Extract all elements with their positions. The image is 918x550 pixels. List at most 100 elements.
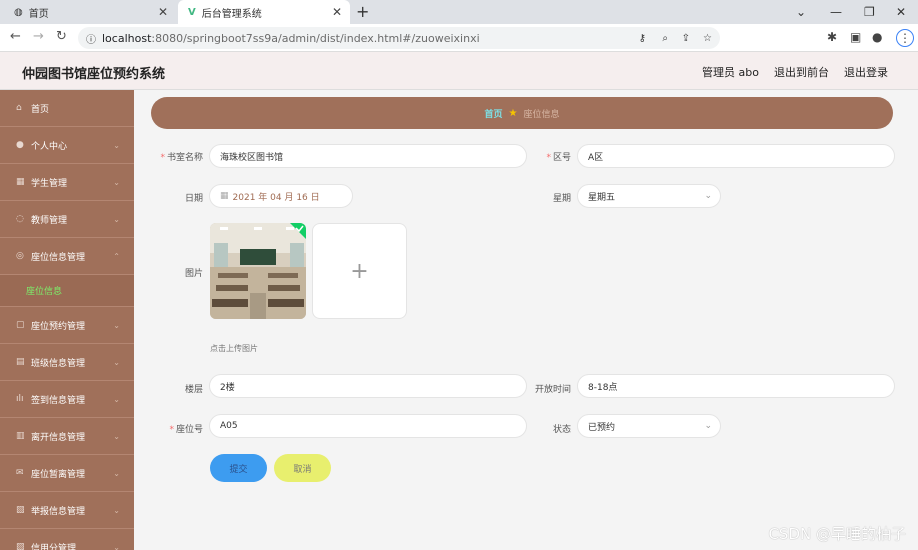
upload-hint: 点击上传图片 <box>210 344 258 353</box>
sidebar-item-label: 信用分管理 <box>31 543 77 550</box>
sidebar-item-temp-leave[interactable]: ✉ 座位暂离管理 ⌄ <box>0 455 134 492</box>
seat-icon: ◎ <box>16 251 24 261</box>
chevron-down-icon: ⌄ <box>113 431 120 441</box>
credit-icon: ▨ <box>16 542 25 550</box>
extensions-icon[interactable]: ✱ <box>827 30 837 44</box>
back-icon[interactable]: ← <box>10 29 21 44</box>
sidebar-item-teachers[interactable]: ◌ 教师管理 ⌄ <box>0 201 134 238</box>
chevron-up-icon: ⌃ <box>113 251 120 261</box>
status-label: 状态 <box>552 425 571 435</box>
calendar-icon: ▢ <box>16 320 25 330</box>
weekday-select[interactable]: 星期五 ⌄ <box>577 184 721 208</box>
open-time-input[interactable]: 8-18点 <box>577 374 895 398</box>
chevron-down-icon: ⌄ <box>113 505 120 515</box>
uploaded-classroom-image[interactable] <box>210 223 306 319</box>
image-label: 图片 <box>184 269 203 279</box>
sidebar-subitem-seat-info[interactable]: 座位信息 <box>0 275 134 307</box>
cancel-button[interactable]: 取消 <box>274 454 331 482</box>
restore-icon[interactable]: ❐ <box>864 0 875 24</box>
room-name-label: * 书室名称 <box>160 153 203 163</box>
tab-search-chevron-icon[interactable]: ⌄ <box>796 0 806 24</box>
area-input[interactable]: A区 <box>577 144 895 168</box>
user-icon: ● <box>16 140 24 150</box>
sidebar-item-home[interactable]: ⌂ 首页 <box>0 90 134 127</box>
reload-icon[interactable]: ↻ <box>56 29 67 44</box>
main-content: 首页 ★ 座位信息 * 书室名称 海珠校区图书馆 * 区号 A区 日期 ▦ 2021 … <box>134 90 918 550</box>
sidepanel-icon[interactable]: ▣ <box>850 30 861 44</box>
back-to-frontend-link[interactable]: 退出到前台 <box>774 64 829 80</box>
sidebar-item-students[interactable]: ▦ 学生管理 ⌄ <box>0 164 134 201</box>
zoom-icon[interactable]: ⌕ <box>662 33 668 44</box>
sidebar: ⌂ 首页 ● 个人中心 ⌄ ▦ 学生管理 ⌄ ◌ 教师管理 ⌄ ◎ 座位信息管理 ⌃ 座位信息 ▢… <box>0 90 134 550</box>
tab-label: 后台管理系统 <box>201 8 262 20</box>
date-label: 日期 <box>184 194 203 204</box>
chevron-down-icon: ⌄ <box>704 191 712 201</box>
chevron-down-icon: ⌄ <box>113 214 120 224</box>
chevron-down-icon: ⌄ <box>113 140 120 150</box>
admin-user-label: 管理员 abo <box>702 66 759 79</box>
open-time-label: 开放时间 <box>534 385 571 395</box>
date-picker[interactable]: ▦ 2021 年 04 月 16 日 <box>209 184 353 208</box>
floor-label: 楼层 <box>184 385 203 395</box>
close-tab-icon[interactable]: ✕ <box>158 5 168 19</box>
sidebar-item-credit[interactable]: ▨ 信用分管理 ⌄ <box>0 529 134 550</box>
menu-kebab-icon[interactable]: ⋮ <box>896 29 914 47</box>
browser-tab-admin[interactable]: V 后台管理系统 ✕ <box>178 0 350 24</box>
plus-icon: + <box>350 258 369 284</box>
browser-tab-strip: ◍ 首页 ✕ V 后台管理系统 ✕ + ⌄ — ❐ ✕ <box>0 0 918 24</box>
chevron-down-icon: ⌄ <box>113 394 120 404</box>
new-tab-icon[interactable]: + <box>356 2 369 21</box>
sidebar-item-seat-booking[interactable]: ▢ 座位预约管理 ⌄ <box>0 307 134 344</box>
logout-link[interactable]: 退出登录 <box>844 64 888 80</box>
url-field[interactable]: ⓘ localhost:8080/springboot7ss9a/admin/d… <box>78 27 720 49</box>
app-title: 仲园图书馆座位预约系统 <box>22 67 166 82</box>
submit-button[interactable]: 提交 <box>210 454 267 482</box>
seat-number-label: * 座位号 <box>169 425 203 435</box>
chevron-down-icon: ⌄ <box>113 320 120 330</box>
sidebar-item-class-info[interactable]: ▤ 班级信息管理 ⌄ <box>0 344 134 381</box>
mail-icon: ✉ <box>16 468 24 478</box>
watermark: CSDN @早睡的柚子 <box>768 525 906 543</box>
key-icon[interactable]: ⚷ <box>639 33 646 44</box>
sidebar-item-seat-info[interactable]: ◎ 座位信息管理 ⌃ <box>0 238 134 275</box>
calendar-icon: ▦ <box>220 191 229 201</box>
floor-input[interactable]: 2楼 <box>209 374 527 398</box>
chart-icon: ılı <box>16 394 24 404</box>
share-icon[interactable]: ⇪ <box>682 33 690 44</box>
sidebar-item-label: 个人中心 <box>31 141 68 152</box>
sidebar-item-label: 离开信息管理 <box>31 432 86 443</box>
forward-icon[interactable]: → <box>33 29 44 44</box>
sidebar-item-label: 座位暂离管理 <box>31 469 86 480</box>
status-select[interactable]: 已预约 ⌄ <box>577 414 721 438</box>
bookmark-star-icon[interactable]: ☆ <box>703 33 712 44</box>
sidebar-item-checkin[interactable]: ılı 签到信息管理 ⌄ <box>0 381 134 418</box>
sidebar-item-label: 签到信息管理 <box>31 395 86 406</box>
doc-icon: ▤ <box>16 357 25 367</box>
close-tab-icon[interactable]: ✕ <box>332 5 342 19</box>
vue-logo-icon: V <box>188 6 196 18</box>
close-window-icon[interactable]: ✕ <box>896 0 906 24</box>
upload-add-button[interactable]: + <box>312 223 407 319</box>
weekday-label: 星期 <box>552 194 571 204</box>
sidebar-item-reports[interactable]: ▧ 举报信息管理 ⌄ <box>0 492 134 529</box>
area-label: * 区号 <box>546 153 571 163</box>
app-header: 仲园图书馆座位预约系统 管理员 abo 退出到前台 退出登录 <box>0 52 918 90</box>
sidebar-item-leave[interactable]: ▥ 离开信息管理 ⌄ <box>0 418 134 455</box>
sidebar-item-personal-center[interactable]: ● 个人中心 ⌄ <box>0 127 134 164</box>
globe-icon: ◍ <box>14 6 23 18</box>
tab-label: 首页 <box>28 8 49 20</box>
room-name-input[interactable]: 海珠校区图书馆 <box>209 144 527 168</box>
seat-number-input[interactable]: A05 <box>209 414 527 438</box>
minimize-icon[interactable]: — <box>830 0 842 24</box>
breadcrumb-home[interactable]: 首页 <box>485 107 503 120</box>
profile-icon[interactable]: ● <box>872 30 882 44</box>
classroom-photo <box>210 223 306 319</box>
star-icon: ★ <box>508 107 518 119</box>
chevron-down-icon: ⌄ <box>113 468 120 478</box>
sidebar-item-label: 举报信息管理 <box>31 506 86 517</box>
seat-form: * 书室名称 海珠校区图书馆 * 区号 A区 日期 ▦ 2021 年 04 月 16 … <box>151 134 895 504</box>
pin-icon: ◌ <box>16 214 24 224</box>
chevron-down-icon: ⌄ <box>704 421 712 431</box>
address-bar-row: ← → ↻ ⓘ localhost:8080/springboot7ss9a/a… <box>0 24 918 52</box>
browser-tab-home[interactable]: ◍ 首页 ✕ <box>0 0 176 24</box>
